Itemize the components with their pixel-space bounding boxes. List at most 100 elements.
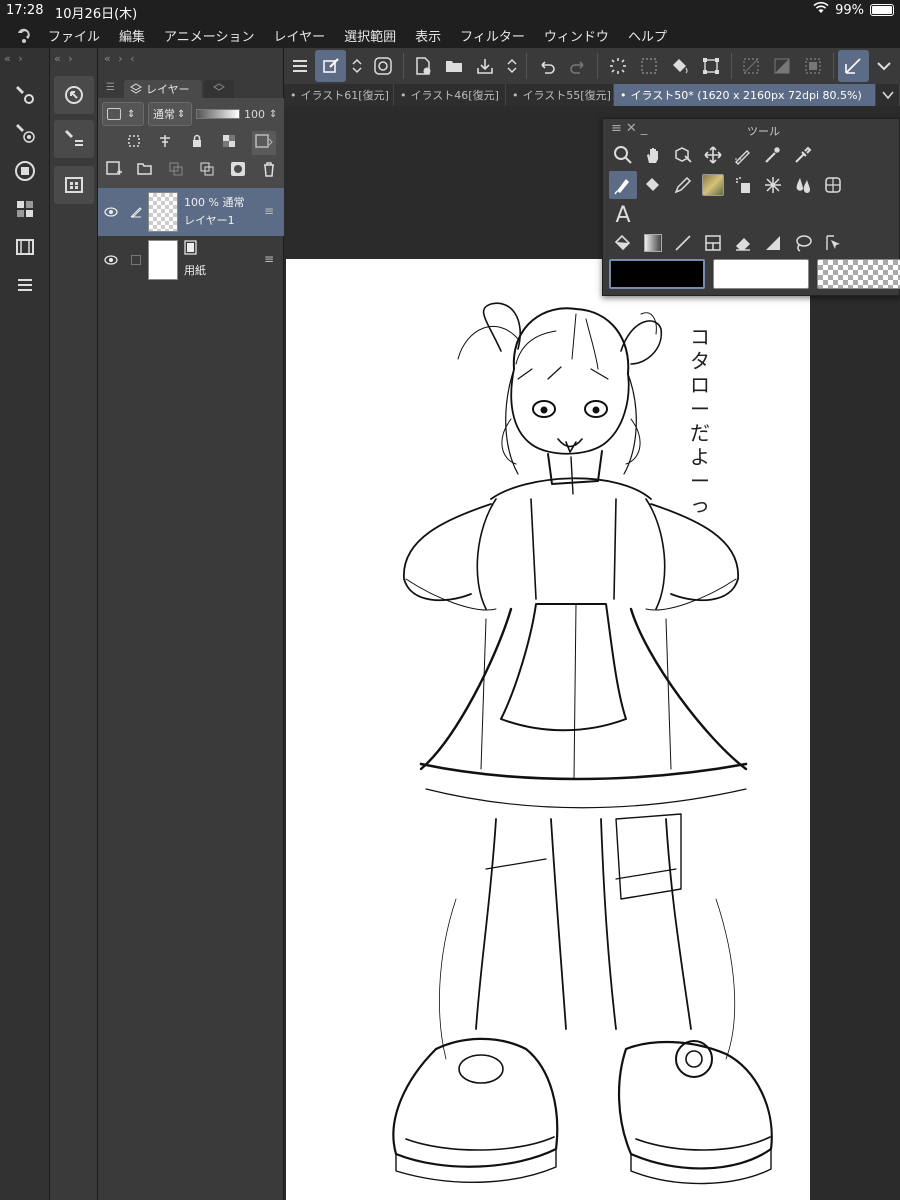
save-icon[interactable]: [470, 50, 501, 82]
transparent-color-swatch[interactable]: [817, 259, 900, 289]
invert-selection-icon[interactable]: [767, 50, 798, 82]
menu-animation[interactable]: アニメーション: [164, 26, 254, 45]
opacity-value[interactable]: 100: [244, 108, 265, 121]
new-folder-icon[interactable]: [136, 160, 154, 182]
menu-view[interactable]: 表示: [415, 26, 441, 45]
color-set-icon[interactable]: [10, 194, 40, 224]
collapse-left-icon[interactable]: « ›: [4, 52, 25, 65]
opacity-stepper-icon[interactable]: ⇕: [269, 109, 277, 120]
operation-tool-icon[interactable]: [819, 229, 847, 257]
lock-transparency-icon[interactable]: [221, 133, 237, 153]
selection-border-icon[interactable]: [798, 50, 829, 82]
zoom-tool-icon[interactable]: [609, 141, 637, 169]
move-tool-icon[interactable]: [699, 141, 727, 169]
fill-tool-icon[interactable]: [609, 229, 637, 257]
mask-toggle-icon[interactable]: [252, 131, 277, 155]
doc-tab-active[interactable]: • イラスト50* (1620 x 2160px 72dpi 80.5%): [614, 84, 876, 106]
menu-file[interactable]: ファイル: [48, 26, 100, 45]
auto-select-wand-icon[interactable]: [759, 141, 787, 169]
blend-tool-icon[interactable]: [789, 171, 817, 199]
create-mask-icon[interactable]: [229, 160, 247, 182]
panel-menu-icon[interactable]: ☰: [106, 82, 115, 93]
undo-icon[interactable]: [531, 50, 562, 82]
app-logo-icon[interactable]: [0, 22, 48, 48]
menu-layer[interactable]: レイヤー: [274, 26, 326, 45]
lock-icon[interactable]: [189, 133, 205, 153]
delete-layer-icon[interactable]: [260, 160, 278, 182]
menu-edit[interactable]: 編集: [119, 26, 145, 45]
lasso-tool-icon[interactable]: [789, 229, 817, 257]
fill-icon[interactable]: [664, 50, 695, 82]
canvas-paper[interactable]: コタローだよーっ: [286, 259, 810, 1200]
edit-mode-icon[interactable]: [315, 50, 347, 82]
pencil-tool-icon[interactable]: [669, 171, 697, 199]
palette-window-controls-icon[interactable]: ≡✕_: [611, 121, 651, 136]
collapse-sub-icon[interactable]: « ›: [54, 52, 75, 65]
transform-icon[interactable]: [696, 50, 727, 82]
tab-layer-search[interactable]: [204, 80, 234, 98]
ruler-tool-icon[interactable]: [759, 229, 787, 257]
color-circle-icon[interactable]: [10, 156, 40, 186]
visibility-eye-icon[interactable]: [98, 207, 124, 217]
chevron-down-icon[interactable]: [869, 50, 900, 82]
hand-tool-icon[interactable]: [639, 141, 667, 169]
redo-icon[interactable]: [562, 50, 593, 82]
loading-icon[interactable]: [602, 50, 633, 82]
text-tool-icon[interactable]: A: [609, 201, 637, 229]
layer-menu-icon[interactable]: ≡: [264, 252, 274, 266]
collapse-layer-icon[interactable]: « › ‹: [104, 52, 137, 65]
menu-selection[interactable]: 選択範囲: [344, 26, 396, 45]
main-color-swatch[interactable]: [609, 259, 705, 289]
layer-color-select[interactable]: ⇕: [102, 102, 144, 126]
layer-row[interactable]: 100 % 通常 レイヤー1 ≡: [98, 188, 284, 236]
opacity-slider[interactable]: [196, 109, 240, 119]
airbrush-tool-icon[interactable]: [729, 171, 757, 199]
clip-lower-layer-icon[interactable]: [126, 133, 142, 153]
navigator-icon[interactable]: [54, 76, 94, 114]
clear-selection-icon[interactable]: [736, 50, 767, 82]
doc-tab[interactable]: • イラスト46[復元]: [394, 84, 506, 106]
open-folder-icon[interactable]: [439, 50, 470, 82]
blend-mode-select[interactable]: 通常 ⇕: [148, 102, 192, 126]
chevron-updown-icon[interactable]: [501, 50, 522, 82]
spiral-icon[interactable]: [368, 50, 399, 82]
frame-border-tool-icon[interactable]: [699, 229, 727, 257]
layer-menu-icon[interactable]: ≡: [264, 204, 274, 218]
sub-tool-detail-icon[interactable]: [54, 120, 94, 158]
object-tool-icon[interactable]: [669, 141, 697, 169]
eyedropper-icon[interactable]: [789, 141, 817, 169]
layer-row[interactable]: 用紙 ≡: [98, 236, 284, 284]
hamburger-menu-icon[interactable]: [284, 50, 315, 82]
new-file-icon[interactable]: [408, 50, 439, 82]
line-tool-icon[interactable]: [669, 229, 697, 257]
eraser-tool-icon[interactable]: [729, 229, 757, 257]
fill-bucket-tool-icon[interactable]: [639, 171, 667, 199]
visibility-eye-icon[interactable]: [98, 255, 124, 265]
menu-window[interactable]: ウィンドウ: [544, 26, 609, 45]
material-icon[interactable]: [54, 166, 94, 204]
brush-size-icon[interactable]: [10, 118, 40, 148]
selection-pen-icon[interactable]: [729, 141, 757, 169]
doc-tab[interactable]: • イラスト55[復元]: [506, 84, 614, 106]
tabs-overflow-chevron-icon[interactable]: [876, 84, 900, 106]
sub-color-swatch[interactable]: [713, 259, 809, 289]
tool-palette-titlebar[interactable]: ≡✕_ ツール: [603, 119, 900, 141]
gradient-tool-icon[interactable]: [639, 229, 667, 257]
decoration-tool-icon[interactable]: [759, 171, 787, 199]
ruler-snap-icon[interactable]: [837, 50, 869, 82]
menu-help[interactable]: ヘルプ: [628, 26, 667, 45]
pen-tool-icon[interactable]: [609, 171, 637, 199]
layer-property-icon[interactable]: [10, 270, 40, 300]
doc-tab[interactable]: • イラスト61[復元]: [284, 84, 394, 106]
figure-grid-tool-icon[interactable]: [819, 171, 847, 199]
timeline-icon[interactable]: [10, 232, 40, 262]
tab-layer[interactable]: レイヤー: [124, 80, 202, 98]
select-all-icon[interactable]: [633, 50, 664, 82]
new-raster-layer-icon[interactable]: [105, 160, 123, 182]
brush-thumbnail-icon[interactable]: [699, 171, 727, 199]
edit-target-checkbox[interactable]: [124, 255, 148, 265]
menu-filter[interactable]: フィルター: [460, 26, 525, 45]
merge-down-icon[interactable]: [198, 160, 216, 182]
tool-settings-icon[interactable]: [10, 80, 40, 110]
reference-layer-icon[interactable]: [157, 133, 173, 153]
